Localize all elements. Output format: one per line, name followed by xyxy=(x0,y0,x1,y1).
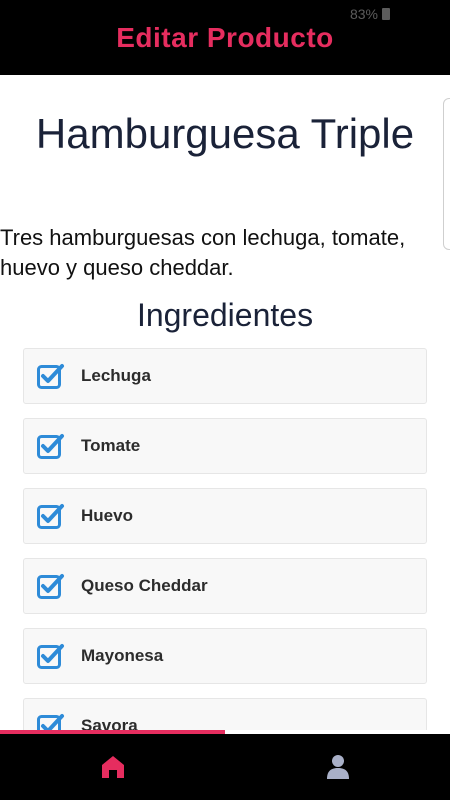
checkbox-checked-icon[interactable] xyxy=(37,503,65,529)
ingredients-list: Lechuga Tomate Huevo Queso Cheddar Mayon… xyxy=(23,348,427,730)
main-content[interactable]: Hamburguesa Triple Tres hamburguesas con… xyxy=(0,75,450,730)
battery-level: 83% xyxy=(349,6,378,22)
home-icon xyxy=(101,756,124,778)
ingredient-item-mayonesa[interactable]: Mayonesa xyxy=(23,628,427,684)
product-name: Hamburguesa Triple xyxy=(35,110,415,157)
user-icon xyxy=(326,755,349,779)
ingredient-label: Lechuga xyxy=(81,366,151,385)
ingredient-item-lechuga[interactable]: Lechuga xyxy=(23,348,427,404)
battery-icon xyxy=(382,8,390,20)
checkbox-checked-icon[interactable] xyxy=(37,713,65,730)
ingredients-title: Ingredientes xyxy=(136,297,314,333)
bottom-navigation xyxy=(0,734,450,800)
page-title: Editar Producto xyxy=(116,22,334,53)
product-description: Tres hamburguesas con lechuga, tomate, h… xyxy=(0,225,406,280)
checkbox-checked-icon[interactable] xyxy=(37,433,65,459)
ingredient-item-queso-cheddar[interactable]: Queso Cheddar xyxy=(23,558,427,614)
ingredient-label: Mayonesa xyxy=(81,646,164,665)
checkbox-checked-icon[interactable] xyxy=(37,363,65,389)
status-bar: 83% xyxy=(350,6,390,22)
ingredient-item-savora[interactable]: Savora xyxy=(23,698,427,730)
ingredient-label: Huevo xyxy=(81,506,133,525)
checkbox-checked-icon[interactable] xyxy=(37,643,65,669)
ingredient-item-huevo[interactable]: Huevo xyxy=(23,488,427,544)
app-header: 83% Editar Producto xyxy=(0,0,450,75)
ingredient-label: Queso Cheddar xyxy=(81,576,208,595)
checkbox-checked-icon[interactable] xyxy=(37,573,65,599)
ingredient-label: Tomate xyxy=(81,436,141,455)
nav-tab-home[interactable] xyxy=(0,734,225,800)
ingredient-item-tomate[interactable]: Tomate xyxy=(23,418,427,474)
ingredient-label: Savora xyxy=(81,716,138,730)
nav-tab-profile[interactable] xyxy=(225,734,450,800)
